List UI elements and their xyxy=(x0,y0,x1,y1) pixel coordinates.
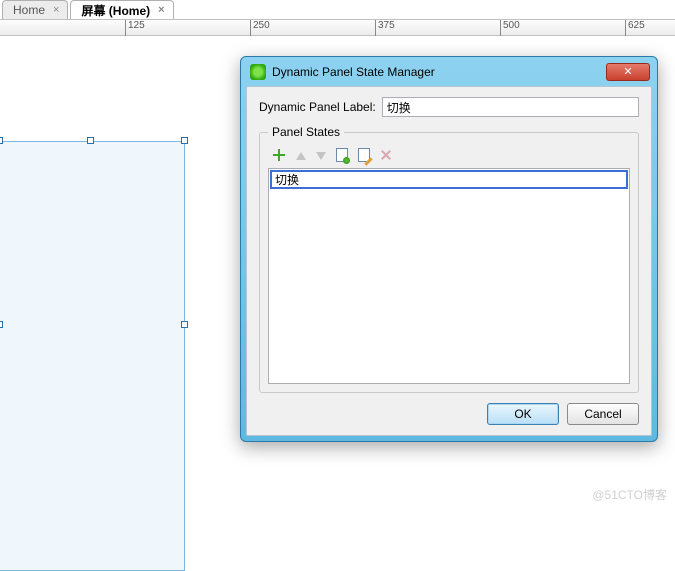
tab-home[interactable]: Home × xyxy=(2,0,68,19)
ruler-tick: 500 xyxy=(500,20,520,36)
tab-screen-home[interactable]: 屏幕 (Home) × xyxy=(70,0,173,19)
dialog-body: Dynamic Panel Label: Panel States OK Can… xyxy=(246,86,652,436)
panel-states-toolbar xyxy=(268,145,630,168)
panel-states-list[interactable] xyxy=(268,168,630,384)
selection-handle[interactable] xyxy=(181,137,188,144)
ruler-tick: 375 xyxy=(375,20,395,36)
delete-icon xyxy=(380,149,392,161)
dialog-button-row: OK Cancel xyxy=(259,403,639,425)
app-icon xyxy=(250,64,266,80)
move-up-icon xyxy=(296,152,306,160)
tab-label: 屏幕 (Home) xyxy=(81,2,150,19)
tab-label: Home xyxy=(13,3,45,17)
ruler-tick: 125 xyxy=(125,20,145,36)
ok-button[interactable]: OK xyxy=(487,403,559,425)
panel-states-legend: Panel States xyxy=(268,125,344,139)
selection-handle[interactable] xyxy=(0,321,3,328)
ruler-tick: 625 xyxy=(625,20,645,36)
cancel-button[interactable]: Cancel xyxy=(567,403,639,425)
close-icon: ✕ xyxy=(623,67,632,78)
panel-label-input[interactable] xyxy=(382,97,639,117)
move-down-icon xyxy=(316,152,326,160)
add-icon[interactable] xyxy=(272,148,286,162)
edit-icon[interactable] xyxy=(358,148,370,162)
dialog-titlebar[interactable]: Dynamic Panel State Manager ✕ xyxy=(246,62,652,86)
panel-states-group: Panel States xyxy=(259,125,639,393)
dialog-title: Dynamic Panel State Manager xyxy=(266,65,606,79)
close-icon[interactable]: × xyxy=(53,4,59,16)
close-icon[interactable]: × xyxy=(158,4,164,16)
dynamic-panel-state-manager-dialog: Dynamic Panel State Manager ✕ Dynamic Pa… xyxy=(240,56,658,442)
watermark: @51CTO博客 xyxy=(592,486,667,503)
panel-label-caption: Dynamic Panel Label: xyxy=(259,100,376,114)
horizontal-ruler: 125 250 375 500 625 750 xyxy=(0,20,675,36)
document-tabstrip: Home × 屏幕 (Home) × xyxy=(0,0,675,20)
selection-handle[interactable] xyxy=(0,137,3,144)
selection-handle[interactable] xyxy=(181,321,188,328)
selection-handle[interactable] xyxy=(87,137,94,144)
ruler-tick: 250 xyxy=(250,20,270,36)
window-close-button[interactable]: ✕ xyxy=(606,63,650,81)
state-name-edit-input[interactable] xyxy=(270,170,628,189)
duplicate-icon[interactable] xyxy=(336,148,348,162)
